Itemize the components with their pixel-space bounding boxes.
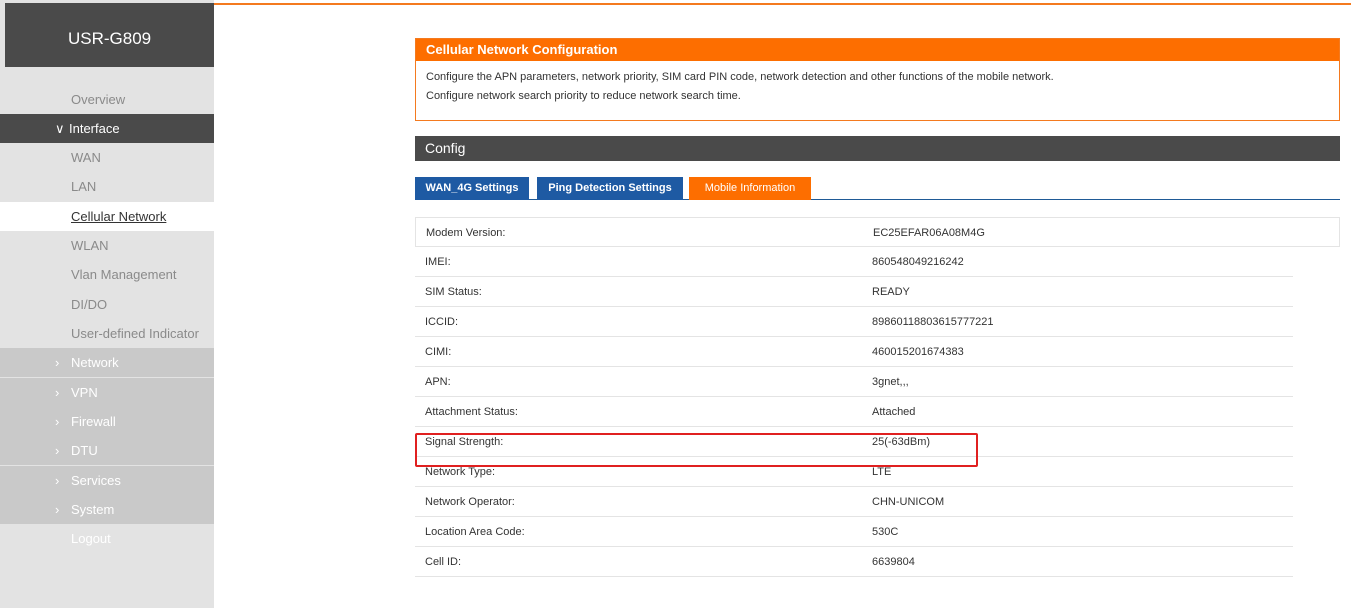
info-label: IMEI: (425, 256, 451, 268)
sidebar-item-label: Firewall (71, 414, 116, 429)
sidebar-item-wan[interactable]: WAN (0, 143, 214, 172)
info-value: Attached (872, 406, 916, 418)
chevron-right-icon: › (55, 355, 60, 370)
info-row: Modem Version: EC25EFAR06A08M4G (415, 217, 1340, 247)
info-row: Cell ID: 6639804 (415, 547, 1293, 577)
sidebar-item-label: Vlan Management (71, 267, 177, 282)
chevron-right-icon: › (55, 414, 60, 429)
config-description-box: Cellular Network Configuration Configure… (415, 38, 1340, 121)
chevron-right-icon: › (55, 502, 60, 517)
sidebar-item-label: Network (71, 355, 119, 370)
info-row: CIMI: 460015201674383 (415, 337, 1293, 367)
info-row: IMEI: 860548049216242 (415, 247, 1293, 277)
sidebar-item-label: Services (71, 473, 121, 488)
tab-mobile-information[interactable]: Mobile Information (689, 177, 811, 200)
description-line-1: Configure the APN parameters, network pr… (426, 71, 1054, 83)
info-label: Network Operator: (425, 496, 515, 508)
info-value: 6639804 (872, 556, 915, 568)
info-label: Signal Strength: (425, 436, 504, 448)
section-description: Configure the APN parameters, network pr… (416, 61, 1339, 106)
sidebar-item-vlan-management[interactable]: Vlan Management (0, 260, 214, 289)
section-title: Cellular Network Configuration (416, 39, 1339, 61)
info-value: 89860118803615777221 (872, 316, 994, 328)
chevron-down-icon: ∨ (55, 121, 65, 136)
sidebar-item-label: Interface (69, 121, 120, 136)
sidebar-item-services[interactable]: › Services (0, 466, 214, 495)
info-label: Cell ID: (425, 556, 462, 568)
sidebar-item-di-do[interactable]: DI/DO (0, 290, 214, 319)
tab-wan-4g-settings[interactable]: WAN_4G Settings (415, 177, 529, 200)
sidebar-item-label: LAN (71, 179, 97, 194)
tab-bar: WAN_4G Settings Ping Detection Settings … (415, 177, 1340, 200)
sidebar-item-label: System (71, 502, 115, 517)
info-value: 530C (872, 526, 899, 538)
sidebar-item-wlan[interactable]: WLAN (0, 231, 214, 260)
description-line-2: Configure network search priority to red… (426, 90, 741, 102)
chevron-right-icon: › (55, 385, 60, 400)
info-row: SIM Status: READY (415, 277, 1293, 307)
info-row: Network Type: LTE (415, 457, 1293, 487)
sidebar-item-label: DI/DO (71, 297, 108, 312)
sidebar-item-system[interactable]: › System (0, 495, 214, 524)
info-value: EC25EFAR06A08M4G (873, 227, 985, 239)
info-label: Network Type: (425, 466, 496, 478)
info-value: 460015201674383 (872, 346, 964, 358)
sidebar-item-user-defined-indicator[interactable]: User-defined Indicator (0, 319, 214, 348)
info-value: 3gnet,,, (872, 376, 909, 388)
sidebar-item-firewall[interactable]: › Firewall (0, 407, 214, 436)
sidebar-item-dtu[interactable]: › DTU (0, 436, 214, 465)
chevron-right-icon: › (55, 473, 60, 488)
config-header: Config (415, 136, 1340, 161)
sidebar-item-label: User-defined Indicator (71, 326, 199, 341)
sidebar-item-label: DTU (71, 443, 98, 458)
info-row: ICCID: 89860118803615777221 (415, 307, 1293, 337)
info-value: CHN-UNICOM (872, 496, 945, 508)
info-label: Location Area Code: (425, 526, 525, 538)
sidebar: USR-G809 Overview ∨ Interface WAN LAN Cellula… (0, 0, 214, 608)
sidebar-item-label: Cellular Network (71, 209, 167, 224)
info-label: Modem Version: (426, 227, 506, 239)
sidebar-item-label: WAN (71, 150, 101, 165)
sidebar-item-overview[interactable]: Overview (0, 85, 214, 114)
info-label: APN: (425, 376, 451, 388)
sidebar-item-label: VPN (71, 385, 98, 400)
info-value: LTE (872, 466, 892, 478)
info-row: Signal Strength: 25(-63dBm) (415, 427, 1293, 457)
info-value: 25(-63dBm) (872, 436, 931, 448)
sidebar-item-logout[interactable]: Logout (0, 524, 214, 553)
chevron-right-icon: › (55, 443, 60, 458)
sidebar-item-lan[interactable]: LAN (0, 172, 214, 201)
sidebar-item-cellular-network[interactable]: Cellular Network (0, 202, 214, 231)
info-label: Attachment Status: (425, 406, 518, 418)
tab-ping-detection-settings[interactable]: Ping Detection Settings (537, 177, 683, 200)
sidebar-item-network[interactable]: › Network (0, 348, 214, 377)
info-label: CIMI: (425, 346, 452, 358)
info-row: APN: 3gnet,,, (415, 367, 1293, 397)
info-value: READY (872, 286, 910, 298)
info-row: Location Area Code: 530C (415, 517, 1293, 547)
sidebar-item-label: WLAN (71, 238, 109, 253)
top-accent-line (214, 3, 1351, 5)
info-row: Network Operator: CHN-UNICOM (415, 487, 1293, 517)
info-row: Attachment Status: Attached (415, 397, 1293, 427)
sidebar-item-label: Logout (71, 531, 111, 546)
sidebar-item-vpn[interactable]: › VPN (0, 378, 214, 407)
info-label: ICCID: (425, 316, 458, 328)
sidebar-item-interface[interactable]: ∨ Interface (0, 114, 214, 143)
sidebar-item-label: Overview (71, 92, 126, 107)
brand-title: USR-G809 (5, 3, 214, 67)
info-value: 860548049216242 (872, 256, 964, 268)
info-label: SIM Status: (425, 286, 482, 298)
